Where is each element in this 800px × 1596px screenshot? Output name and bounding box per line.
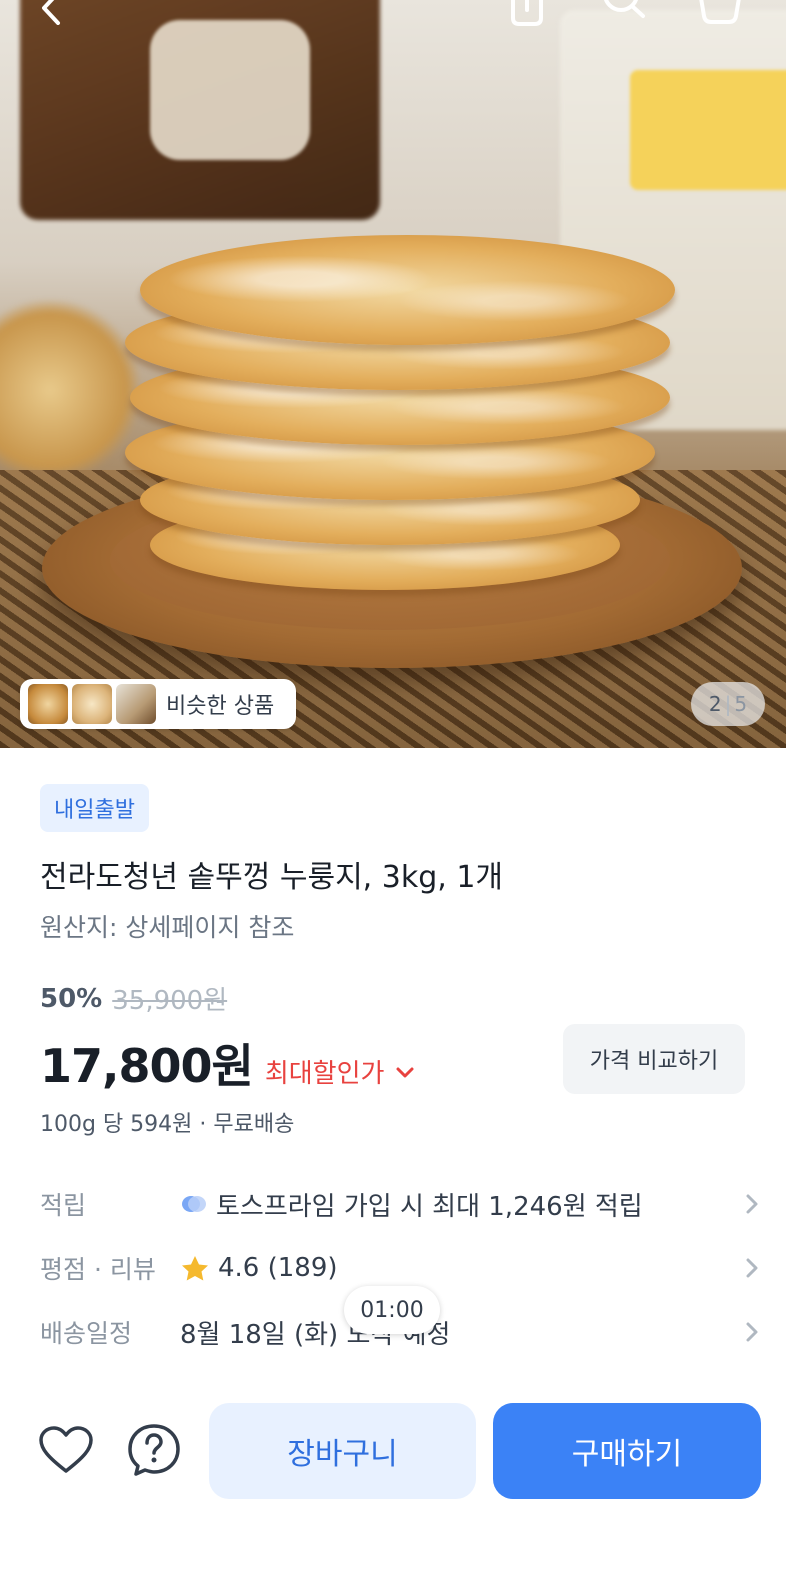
cart-button[interactable] bbox=[694, 0, 744, 28]
rating-label: 평점 · 리뷰 bbox=[40, 1255, 156, 1284]
delivery-value: 8월 18일 (화) 도착 예정 bbox=[180, 1319, 451, 1350]
similar-product-thumbnail bbox=[116, 684, 156, 724]
points-value: 토스프라임 가입 시 최대 1,246원 적립 bbox=[216, 1191, 643, 1222]
rating-value-container: 4.6 (189) bbox=[180, 1253, 736, 1283]
similar-products-chip[interactable]: 비슷한 상품 bbox=[20, 679, 296, 729]
question-icon bbox=[128, 1424, 180, 1476]
product-title: 전라도청년 솥뚜껑 누룽지, 3kg, 1개 bbox=[40, 860, 504, 895]
points-label: 적립 bbox=[40, 1191, 87, 1220]
points-row[interactable]: 적립 토스프라임 가입 시 최대 1,246원 적립 bbox=[40, 1179, 760, 1229]
rice-crisp bbox=[140, 235, 675, 345]
unit-price-shipping: 100g 당 594원 · 무료배송 bbox=[40, 1112, 295, 1137]
product-origin: 원산지: 상세페이지 참조 bbox=[40, 913, 295, 942]
points-value-container: 토스프라임 가입 시 최대 1,246원 적립 bbox=[180, 1186, 736, 1223]
chevron-down-icon bbox=[396, 1067, 414, 1077]
discount-row: 50% 35,900원 bbox=[40, 980, 227, 1017]
similar-products-label: 비슷한 상품 bbox=[166, 694, 275, 719]
max-discount-label: 최대할인가 bbox=[264, 1059, 385, 1089]
search-button[interactable] bbox=[598, 0, 648, 28]
inquiry-button[interactable] bbox=[124, 1420, 184, 1480]
page-separator: | bbox=[724, 692, 732, 716]
page-current: 2 bbox=[708, 692, 722, 716]
background-bag-label bbox=[150, 20, 310, 160]
share-icon bbox=[511, 0, 543, 26]
star-icon bbox=[180, 1254, 210, 1282]
rating-value: 4.6 (189) bbox=[218, 1253, 338, 1283]
toss-prime-icon bbox=[180, 1192, 208, 1216]
similar-product-thumbnail bbox=[28, 684, 68, 724]
page-total: 5 bbox=[734, 692, 748, 716]
buy-now-button[interactable]: 구매하기 bbox=[493, 1403, 761, 1499]
chevron-right-icon bbox=[736, 1320, 760, 1344]
chevron-right-icon bbox=[736, 1256, 760, 1280]
back-arrow-icon bbox=[42, 0, 60, 25]
timer-pill: 01:00 bbox=[344, 1286, 440, 1334]
delivery-label: 배송일정 bbox=[40, 1319, 133, 1348]
sale-price: 17,800원 bbox=[40, 1039, 254, 1093]
product-image-carousel[interactable]: 비슷한 상품 2 | 5 bbox=[0, 0, 786, 748]
wishlist-button[interactable] bbox=[36, 1420, 96, 1480]
back-button[interactable] bbox=[26, 0, 76, 28]
heart-icon bbox=[39, 1426, 93, 1473]
background-bag-right-label bbox=[630, 70, 786, 190]
price-row: 17,800원 최대할인가 bbox=[40, 1030, 418, 1096]
chevron-right-icon bbox=[736, 1192, 760, 1216]
background-crisps bbox=[0, 300, 140, 480]
image-page-indicator: 2 | 5 bbox=[691, 682, 765, 726]
add-to-cart-button[interactable]: 장바구니 bbox=[209, 1403, 476, 1499]
max-discount-toggle[interactable]: 최대할인가 bbox=[265, 1053, 419, 1090]
share-button[interactable] bbox=[502, 0, 552, 28]
original-price: 35,900원 bbox=[112, 986, 228, 1016]
price-compare-button[interactable]: 가격 비교하기 bbox=[563, 1024, 745, 1094]
product-detail-page: 비슷한 상품 2 | 5 내일출발 전라도청년 솥뚜껑 누룽지, 3kg, 1개… bbox=[0, 0, 800, 1596]
cart-icon bbox=[699, 0, 741, 24]
discount-rate: 50% bbox=[40, 983, 103, 1014]
similar-product-thumbnail bbox=[72, 684, 112, 724]
shipping-badge: 내일출발 bbox=[40, 784, 149, 832]
search-icon bbox=[604, 0, 645, 18]
